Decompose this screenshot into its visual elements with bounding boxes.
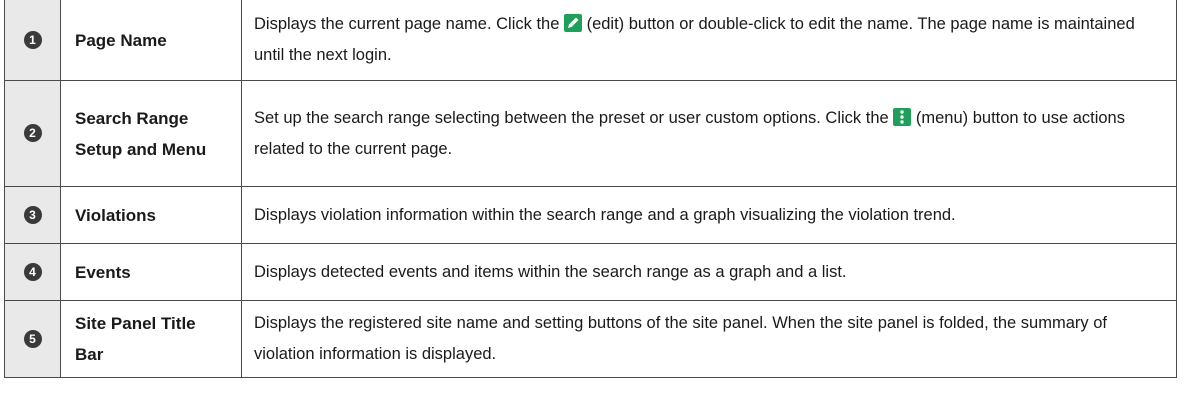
- row-description-cell: Displays the current page name. Click th…: [241, 0, 1177, 81]
- row-name-cell: Events: [60, 243, 242, 301]
- number-badge: 5: [23, 329, 42, 348]
- row-number-cell: 4: [4, 243, 61, 301]
- row-description-cell: Displays violation information within th…: [241, 186, 1177, 244]
- row-name-cell: Search Range Setup and Menu: [60, 80, 242, 187]
- row-number-cell: 2: [4, 80, 61, 187]
- table-row: 5 Site Panel Title Bar Displays the regi…: [4, 300, 1177, 378]
- row-number-cell: 1: [4, 0, 61, 81]
- row-number-cell: 5: [4, 300, 61, 378]
- row-name-cell: Violations: [60, 186, 242, 244]
- description-text: Displays the current page name. Click th…: [254, 15, 564, 33]
- table-row: 3 Violations Displays violation informat…: [4, 186, 1177, 244]
- description-text: Set up the search range selecting betwee…: [254, 108, 894, 127]
- row-description-cell: Set up the search range selecting betwee…: [241, 80, 1177, 187]
- row-description-cell: Displays detected events and items withi…: [241, 243, 1177, 301]
- table-row: 2 Search Range Setup and Menu Set up the…: [4, 80, 1177, 187]
- number-badge: 3: [23, 205, 42, 224]
- description-table: 1 Page Name Displays the current page na…: [4, 0, 1177, 378]
- number-badge: 2: [23, 124, 42, 143]
- number-badge: 1: [23, 30, 42, 49]
- row-number-cell: 3: [4, 186, 61, 244]
- table-row: 1 Page Name Displays the current page na…: [4, 0, 1177, 81]
- row-name-cell: Site Panel Title Bar: [60, 300, 242, 378]
- edit-pencil-icon: [563, 14, 582, 32]
- menu-dots-icon: [893, 107, 912, 126]
- table-row: 4 Events Displays detected events and it…: [4, 243, 1177, 301]
- row-description-cell: Displays the registered site name and se…: [241, 300, 1177, 378]
- number-badge: 4: [23, 262, 42, 281]
- row-name-cell: Page Name: [60, 0, 242, 81]
